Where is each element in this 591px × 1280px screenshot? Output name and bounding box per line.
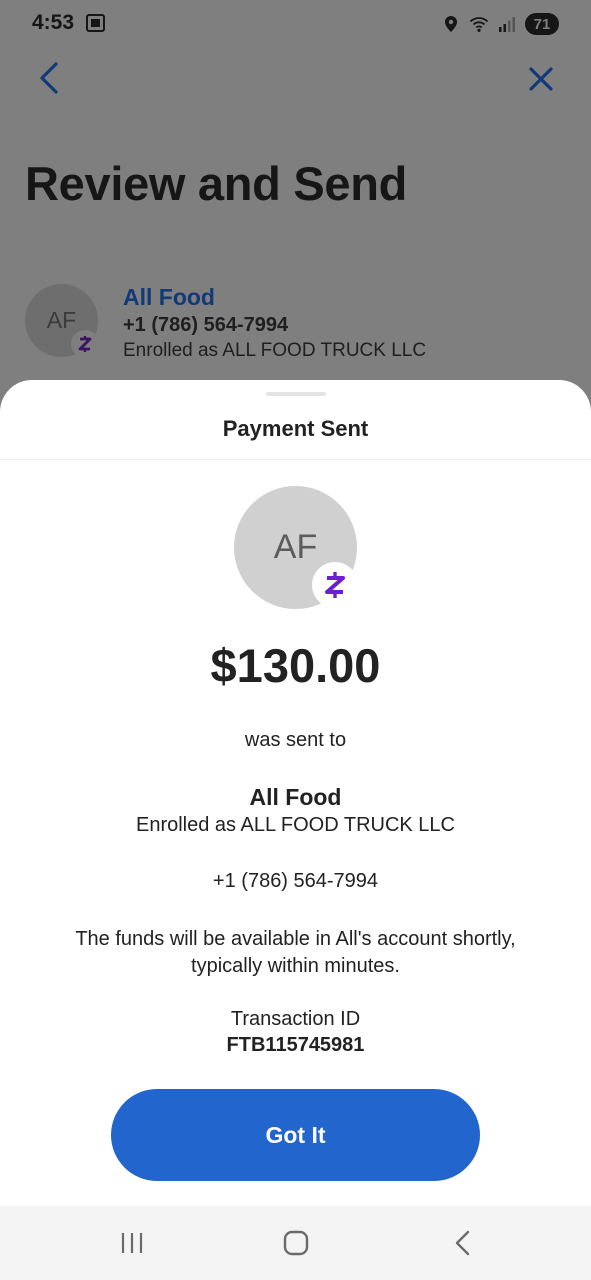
app-notification-icon — [86, 14, 105, 32]
recipient-enrolled: Enrolled as ALL FOOD TRUCK LLC — [135, 814, 455, 836]
system-navigation-bar — [0, 1206, 591, 1280]
payment-amount: $130.00 — [210, 639, 381, 692]
transaction-id-label: Transaction ID — [230, 1008, 361, 1030]
status-time: 4:53 — [32, 11, 75, 34]
got-it-button[interactable]: Got It — [111, 1089, 480, 1181]
recipient-enrolled: Enrolled as ALL FOOD TRUCK LLC — [123, 340, 427, 361]
recipient-phone: +1 (786) 564-7994 — [212, 870, 379, 892]
recipient-name-link[interactable]: All Food — [123, 284, 215, 311]
home-icon[interactable] — [281, 1228, 311, 1258]
payment-sent-sheet: Payment Sent AF $130.00 was sent to All … — [0, 380, 591, 1206]
recipient-summary: AF All Food +1 (786) 564-7994 Enrolled a… — [25, 284, 565, 364]
wifi-icon — [469, 17, 489, 32]
signal-icon — [499, 17, 515, 32]
status-icons: 71 — [441, 12, 559, 36]
zelle-logo-icon — [325, 572, 345, 598]
close-icon[interactable] — [526, 64, 556, 94]
zelle-badge-icon — [312, 562, 358, 608]
location-icon — [445, 16, 457, 32]
recipient-name: All Food — [249, 784, 342, 810]
sheet-drag-handle[interactable] — [266, 392, 326, 396]
transaction-id-value: FTB115745981 — [226, 1034, 365, 1056]
back-arrow-icon[interactable] — [34, 60, 66, 96]
recipient-phone: +1 (786) 564-7994 — [123, 314, 289, 336]
battery-icon: 71 — [525, 13, 559, 35]
sent-to-label: was sent to — [244, 729, 347, 751]
recent-apps-icon[interactable] — [117, 1228, 147, 1258]
status-bar: 4:53 71 — [0, 0, 591, 48]
divider — [0, 459, 591, 460]
page-title: Review and Send — [25, 157, 408, 210]
system-back-icon[interactable] — [448, 1228, 478, 1258]
zelle-badge-icon — [71, 330, 99, 358]
sheet-title: Payment Sent — [222, 416, 369, 441]
zelle-logo-icon — [78, 336, 92, 352]
funds-availability-message: The funds will be available in All's acc… — [75, 928, 516, 977]
